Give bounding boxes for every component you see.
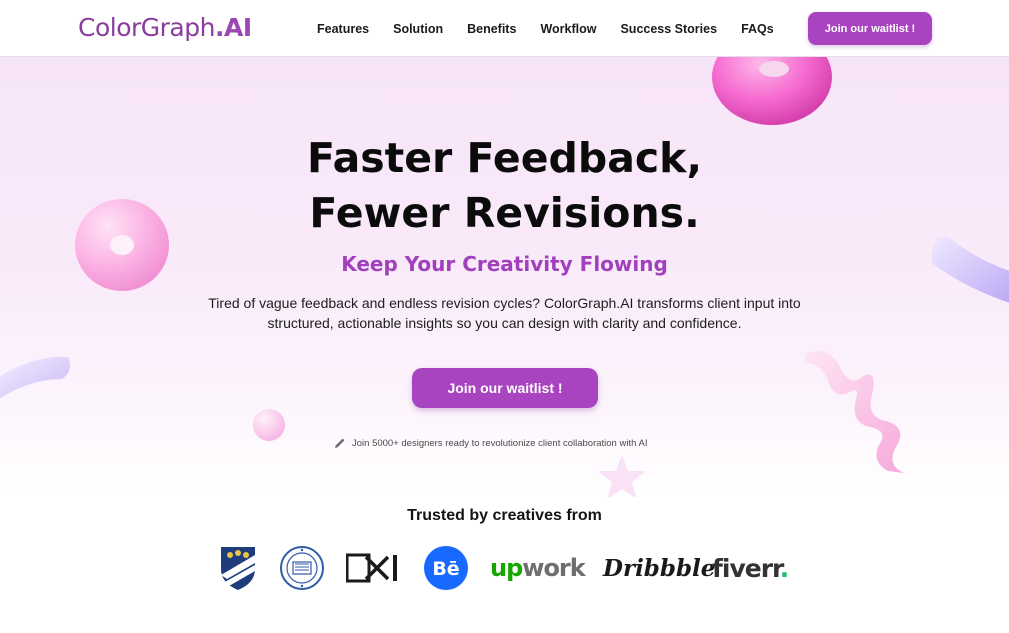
- university-seal-icon: [279, 540, 325, 596]
- upwork-logo: upwork: [490, 554, 586, 582]
- nav-solution[interactable]: Solution: [393, 22, 443, 36]
- partner-logos: Bē upwork Dribbble fiverr.: [0, 540, 1009, 596]
- brand-logo[interactable]: ColorGraph.AI: [78, 11, 252, 45]
- header: ColorGraph.AI Features Solution Benefits…: [0, 0, 1009, 57]
- join-waitlist-header-button[interactable]: Join our waitlist !: [808, 12, 932, 45]
- pink-sphere-shape: [253, 409, 285, 441]
- hero-section: Faster Feedback, Fewer Revisions. Keep Y…: [0, 57, 1009, 497]
- nav-features[interactable]: Features: [317, 22, 369, 36]
- hero-subtitle: Keep Your Creativity Flowing: [341, 252, 668, 276]
- join-waitlist-hero-button[interactable]: Join our waitlist !: [412, 368, 598, 408]
- fiverr-logo: fiverr.: [712, 553, 789, 583]
- hero-description: Tired of vague feedback and endless revi…: [208, 295, 801, 331]
- signup-note: Join 5000+ designers ready to revolution…: [334, 436, 647, 450]
- nav-faqs[interactable]: FAQs: [741, 22, 774, 36]
- hero-title-line1: Faster Feedback,: [306, 134, 703, 182]
- main-nav: Features Solution Benefits Workflow Succ…: [317, 0, 798, 57]
- nav-workflow[interactable]: Workflow: [540, 22, 596, 36]
- hero-title-line2: Fewer Revisions.: [309, 189, 700, 237]
- behance-logo: Bē: [423, 540, 469, 596]
- dribbble-logo: Dribbble: [603, 554, 716, 582]
- pink-donut-top-shape: [712, 57, 832, 125]
- shield-crest-icon: [219, 540, 257, 596]
- dxi-logo: [346, 540, 402, 596]
- pink-star-shape: [598, 455, 646, 497]
- svg-text:Bē: Bē: [432, 558, 459, 580]
- pencil-icon: [335, 438, 345, 448]
- signup-note-text: Join 5000+ designers ready to revolution…: [352, 437, 648, 449]
- trusted-heading: Trusted by creatives from: [407, 507, 602, 524]
- hero-title: Faster Feedback, Fewer Revisions.: [0, 131, 1009, 241]
- nav-benefits[interactable]: Benefits: [467, 22, 516, 36]
- nav-success-stories[interactable]: Success Stories: [620, 22, 717, 36]
- lavender-tube-left-shape: [0, 356, 70, 399]
- pink-spiral-shape: [804, 350, 904, 473]
